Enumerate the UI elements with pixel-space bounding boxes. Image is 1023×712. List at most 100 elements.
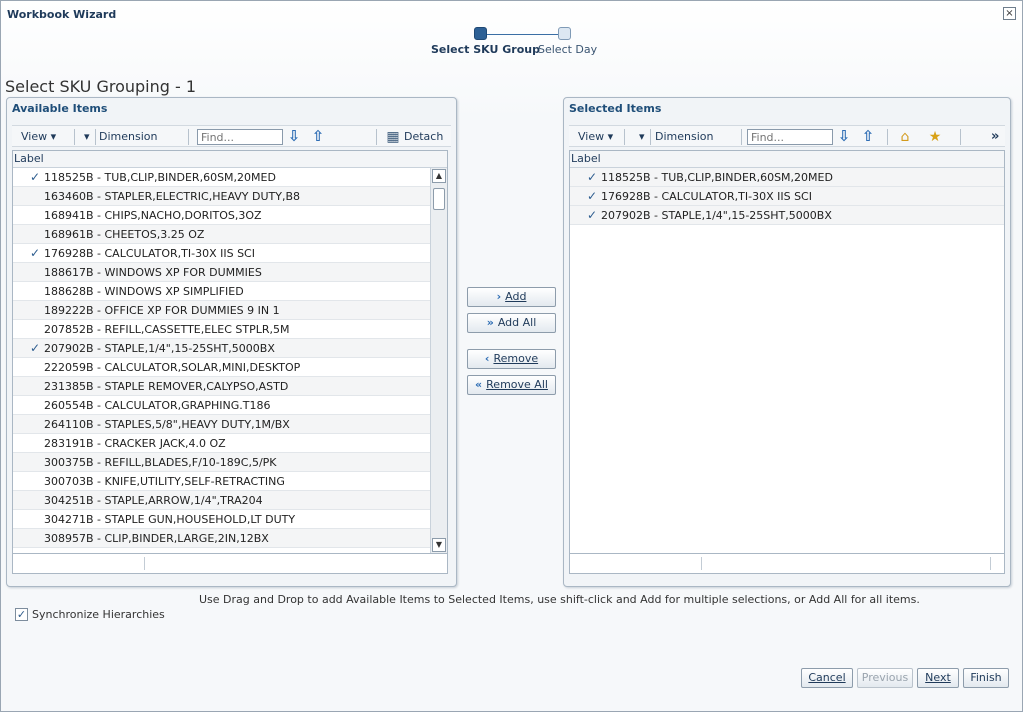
list-item[interactable]: 264110B - STAPLES,5/8",HEAVY DUTY,1M/BX [13,415,430,434]
dimension-dropdown-icon[interactable]: ▾ [639,129,645,145]
list-item[interactable]: ✓ 207902B - STAPLE,1/4",15-25SHT,5000BX [13,339,430,358]
list-item[interactable]: 188628B - WINDOWS XP SIMPLIFIED [13,282,430,301]
list-item-label: 168961B - CHEETOS,3.25 OZ [44,228,205,241]
list-item[interactable]: 304251B - STAPLE,ARROW,1/4",TRA204 [13,491,430,510]
scroll-up-icon[interactable]: ▲ [432,169,446,183]
list-item[interactable]: 304271B - STAPLE GUN,HOUSEHOLD,LT DUTY [13,510,430,529]
remove-all-button[interactable]: «Remove All [467,375,556,395]
list-item-label: 304251B - STAPLE,ARROW,1/4",TRA204 [44,494,263,507]
next-button[interactable]: Next [917,668,959,688]
train-step-select-sku-group: Select SKU Group [431,43,540,56]
toolbar-divider [887,129,888,145]
folder-open-icon[interactable]: ⌂ [896,128,914,146]
vertical-scrollbar[interactable]: ▲ ▼ [430,168,447,553]
list-item[interactable]: 189222B - OFFICE XP FOR DUMMIES 9 IN 1 [13,301,430,320]
list-item[interactable]: ✓ 176928B - CALCULATOR,TI-30X IIS SCI [13,244,430,263]
list-item[interactable]: 207852B - REFILL,CASSETTE,ELEC STPLR,5M [13,320,430,339]
selected-check-icon: ✓ [587,189,598,203]
status-divider [144,557,145,570]
list-item[interactable]: ✓ 118525B - TUB,CLIP,BINDER,60SM,20MED [13,168,430,187]
list-item[interactable]: ✓ 118525B - TUB,CLIP,BINDER,60SM,20MED [570,168,1004,187]
selected-check-icon: ✓ [587,170,598,184]
list-item-label: 300703B - KNIFE,UTILITY,SELF-RETRACTING [44,475,285,488]
list-item[interactable]: 260554B - CALCULATOR,GRAPHING.T186 [13,396,430,415]
cancel-button[interactable]: Cancel [801,668,853,688]
toolbar-divider [376,129,377,145]
status-divider [990,557,991,570]
more-tools-icon[interactable]: » [991,129,999,145]
list-item[interactable]: 222059B - CALCULATOR,SOLAR,MINI,DESKTOP [13,358,430,377]
available-toolbar: View ▾ ▾ Dimension ⇩ ⇧ ▦ Detach [12,125,451,147]
previous-button[interactable]: Previous [857,668,913,688]
list-item-label: 264110B - STAPLES,5/8",HEAVY DUTY,1M/BX [44,418,290,431]
available-status-bar [12,554,448,574]
selected-check-icon: ✓ [587,208,598,222]
list-item[interactable]: 168961B - CHEETOS,3.25 OZ [13,225,430,244]
chevron-down-icon: ▾ [607,130,614,143]
detach-icon[interactable]: ▦ [384,128,402,146]
selected-toolbar: View ▾ ▾ Dimension ⇩ ⇧ ⌂ ★ » [569,125,1005,147]
list-item-label: 300375B - REFILL,BLADES,F/10-189C,5/PK [44,456,277,469]
selected-rows: ✓ 118525B - TUB,CLIP,BINDER,60SM,20MED ✓ 17… [570,168,1004,553]
list-item-label: 189222B - OFFICE XP FOR DUMMIES 9 IN 1 [44,304,280,317]
close-icon[interactable]: × [1003,7,1016,20]
selected-find-input[interactable] [747,129,833,145]
scroll-down-icon[interactable]: ▼ [432,538,446,552]
view-menu[interactable]: View ▾ [578,129,613,145]
list-item[interactable]: 308957B - CLIP,BINDER,LARGE,2IN,12BX [13,529,430,548]
add-favorite-star-icon[interactable]: ★ [926,128,944,146]
column-header-label[interactable]: Label [13,151,447,168]
selected-items-panel: Selected Items View ▾ ▾ Dimension ⇩ ⇧ ⌂ … [563,97,1011,587]
view-menu[interactable]: View ▾ [21,129,56,145]
find-next-arrow-down-icon[interactable]: ⇩ [836,128,852,145]
add-button[interactable]: › Add [467,287,556,307]
list-item[interactable]: 168941B - CHIPS,NACHO,DORITOS,3OZ [13,206,430,225]
find-previous-arrow-up-icon[interactable]: ⇧ [860,128,876,145]
dimension-button[interactable]: Dimension [655,129,713,145]
view-label: View [578,130,605,143]
page-title: Select SKU Grouping - 1 [5,77,197,96]
finish-button[interactable]: Finish [963,668,1009,688]
list-item-label: 163460B - STAPLER,ELECTRIC,HEAVY DUTY,B8 [44,190,301,203]
column-header-label[interactable]: Label [570,151,1004,168]
double-chevron-left-icon: « [475,378,483,391]
list-item[interactable]: 316181B - DORITOS CRANCH 2OZ [13,548,430,553]
list-item-label: 176928B - CALCULATOR,TI-30X IIS SCI [44,247,255,260]
selected-check-icon: ✓ [30,246,41,260]
synchronize-hierarchies-checkbox[interactable]: ✓ [15,608,28,621]
list-item[interactable]: 188617B - WINDOWS XP FOR DUMMIES [13,263,430,282]
chevron-left-icon: ‹ [484,352,490,365]
title-bar: Workbook Wizard × [1,1,1022,27]
scroll-thumb[interactable] [433,188,445,210]
available-items-panel: Available Items View ▾ ▾ Dimension ⇩ ⇧ ▦… [6,97,457,587]
chevron-down-icon: ▾ [50,130,57,143]
toolbar-divider [741,129,742,145]
list-item[interactable]: 231385B - STAPLE REMOVER,CALYPSO,ASTD [13,377,430,396]
detach-button[interactable]: Detach [404,129,443,145]
available-items-title: Available Items [12,102,108,115]
list-item[interactable]: ✓ 176928B - CALCULATOR,TI-30X IIS SCI [570,187,1004,206]
list-item-label: 222059B - CALCULATOR,SOLAR,MINI,DESKTOP [44,361,301,374]
available-rows: ✓ 118525B - TUB,CLIP,BINDER,60SM,20MED 163… [13,168,430,553]
toolbar-divider [960,129,961,145]
list-item[interactable]: ✓ 207902B - STAPLE,1/4",15-25SHT,5000BX [570,206,1004,225]
list-item[interactable]: 283191B - CRACKER JACK,4.0 OZ [13,434,430,453]
available-find-input[interactable] [197,129,283,145]
list-item[interactable]: 300375B - REFILL,BLADES,F/10-189C,5/PK [13,453,430,472]
dimension-button[interactable]: Dimension [99,129,157,145]
list-item-label: 168941B - CHIPS,NACHO,DORITOS,3OZ [44,209,262,222]
remove-button[interactable]: ‹ Remove [467,349,556,369]
train-step-select-day[interactable]: Select Day [538,43,597,56]
selected-check-icon: ✓ [30,341,41,355]
train-stop-next[interactable] [558,27,571,40]
list-item-label: 207852B - REFILL,CASSETTE,ELEC STPLR,5M [44,323,290,336]
find-previous-arrow-up-icon[interactable]: ⇧ [310,128,326,145]
add-all-button[interactable]: » Add All [467,313,556,333]
list-item[interactable]: 163460B - STAPLER,ELECTRIC,HEAVY DUTY,B8 [13,187,430,206]
list-item-label: 308957B - CLIP,BINDER,LARGE,2IN,12BX [44,532,269,545]
find-next-arrow-down-icon[interactable]: ⇩ [286,128,302,145]
dimension-dropdown-icon[interactable]: ▾ [84,129,90,145]
toolbar-divider [624,129,625,145]
list-item[interactable]: 300703B - KNIFE,UTILITY,SELF-RETRACTING [13,472,430,491]
view-label: View [21,130,48,143]
